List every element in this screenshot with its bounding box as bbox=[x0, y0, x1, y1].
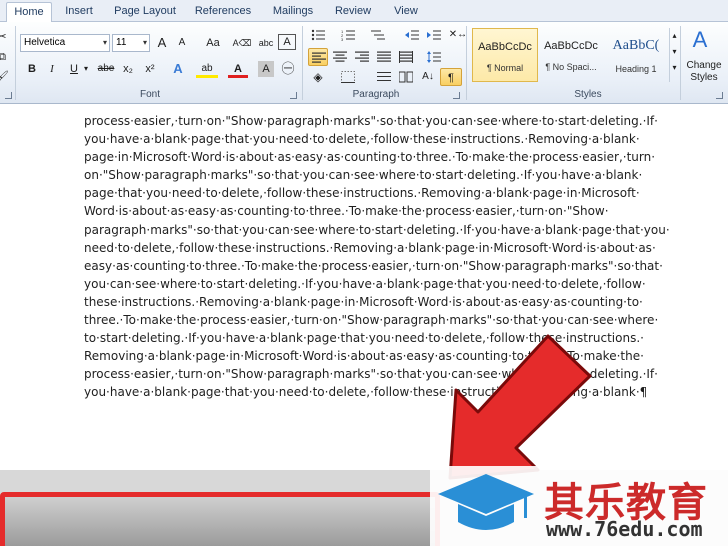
group-separator bbox=[15, 26, 16, 100]
font-group-label: Font bbox=[139, 89, 160, 100]
borders-icon[interactable] bbox=[338, 68, 358, 86]
tab-home[interactable]: Home bbox=[6, 2, 52, 23]
change-styles-icon[interactable]: A bbox=[686, 26, 714, 54]
document-line[interactable]: you·have·a·blank·page·that·you·need·to·d… bbox=[84, 130, 644, 148]
bullets-icon[interactable] bbox=[308, 26, 328, 44]
distributed-button[interactable] bbox=[396, 48, 416, 66]
watermark: 其乐教育 www.76edu.com bbox=[430, 466, 728, 546]
watermark-url: www.76edu.com bbox=[546, 517, 703, 541]
clear-formatting-icon[interactable]: A⌫ bbox=[232, 34, 252, 52]
asian-layout-icon[interactable] bbox=[396, 68, 416, 86]
style-heading-1[interactable]: AaBbC( Heading 1 bbox=[603, 28, 669, 82]
ribbon-tabs: Home Insert Page Layout References Maili… bbox=[0, 0, 728, 23]
document-line[interactable]: process·easier,·turn·on·"Show·paragraph·… bbox=[84, 112, 658, 130]
font-size-value: 11 bbox=[116, 37, 127, 48]
group-separator bbox=[466, 26, 467, 100]
style-normal[interactable]: AaBbCcDc ¶ Normal bbox=[472, 28, 538, 82]
document-line[interactable]: you·can·see·where·to·start·deleting.·If·… bbox=[84, 275, 646, 293]
italic-button[interactable]: I bbox=[42, 60, 62, 78]
font-name-combo[interactable]: Helvetica ▾ bbox=[20, 34, 110, 52]
document-line[interactable]: Word·is·about·as·easy·as·counting·to·thr… bbox=[84, 202, 644, 220]
shrink-font-button[interactable]: A bbox=[172, 34, 192, 52]
superscript-button[interactable]: x² bbox=[140, 60, 160, 78]
font-color-button[interactable]: A bbox=[228, 60, 248, 78]
font-name-value: Helvetica bbox=[24, 37, 66, 48]
align-center-button[interactable] bbox=[330, 48, 350, 66]
font-size-combo[interactable]: 11 ▾ bbox=[112, 34, 150, 52]
change-case-button[interactable]: Aa bbox=[200, 34, 226, 52]
document-line[interactable]: page·that·you·need·to·delete,·follow·the… bbox=[84, 184, 644, 202]
paint-bucket-icon[interactable]: ◈ bbox=[308, 68, 328, 86]
line-spacing-icon[interactable] bbox=[424, 48, 444, 66]
numbering-icon[interactable]: 123 bbox=[338, 26, 358, 44]
strikethrough-button[interactable]: abe bbox=[94, 60, 118, 78]
cut-icon[interactable]: ✂ bbox=[0, 28, 10, 46]
copy-icon[interactable]: ⧉ bbox=[0, 48, 10, 66]
document-line[interactable]: need·to·delete,·follow·these·instruction… bbox=[84, 239, 656, 257]
paragraph-group-label: Paragraph bbox=[352, 89, 400, 100]
bold-button[interactable]: B bbox=[22, 60, 42, 78]
document-line[interactable]: these·instructions.·Removing·a·blank·pag… bbox=[84, 293, 644, 311]
multilevel-list-icon[interactable] bbox=[368, 26, 388, 44]
decrease-indent-icon[interactable] bbox=[402, 26, 422, 44]
character-shading-button[interactable]: A bbox=[258, 61, 274, 77]
show-paragraph-marks-button[interactable]: ¶ bbox=[440, 68, 462, 86]
style-sample: AaBbCcDc bbox=[544, 40, 598, 52]
phonetic-guide-icon[interactable]: abc bbox=[256, 34, 276, 52]
format-painter-icon[interactable]: 🖌 bbox=[0, 68, 10, 86]
tab-mailings[interactable]: Mailings bbox=[266, 2, 320, 22]
tab-page-layout[interactable]: Page Layout bbox=[108, 2, 182, 22]
tab-view[interactable]: View bbox=[386, 2, 426, 22]
red-arrow-icon bbox=[448, 334, 592, 480]
paragraph-launcher-icon[interactable] bbox=[453, 92, 460, 99]
enclose-characters-icon[interactable]: ㊀ bbox=[278, 60, 298, 78]
styles-launcher-icon[interactable] bbox=[716, 92, 723, 99]
text-highlight-button[interactable]: ab bbox=[196, 60, 218, 78]
subscript-button[interactable]: x₂ bbox=[118, 60, 138, 78]
clipboard-launcher-icon[interactable] bbox=[5, 92, 12, 99]
text-direction-icon[interactable] bbox=[374, 68, 394, 86]
style-name: ¶ Normal bbox=[486, 63, 524, 73]
document-line[interactable]: three.·To·make·the·process·easier,·turn·… bbox=[84, 311, 658, 329]
highlight-frame bbox=[0, 492, 440, 546]
character-border-icon[interactable]: A bbox=[278, 34, 296, 50]
font-launcher-icon[interactable] bbox=[290, 92, 297, 99]
justify-button[interactable] bbox=[374, 48, 394, 66]
styles-scroll-icon[interactable]: ▴ ▾ ▾ bbox=[669, 28, 679, 82]
document-line[interactable]: easy·as·counting·to·three.·To·make·the·p… bbox=[84, 257, 663, 275]
styles-group-label: Styles bbox=[574, 89, 602, 100]
graduation-cap-icon bbox=[438, 474, 534, 530]
style-name: ¶ No Spaci... bbox=[545, 62, 597, 72]
svg-text:3: 3 bbox=[341, 37, 344, 41]
text-effects-button[interactable]: A bbox=[168, 60, 188, 78]
increase-indent-icon[interactable] bbox=[424, 26, 444, 44]
style-sample: AaBbCcDc bbox=[478, 41, 532, 53]
document-line[interactable]: page·in·Microsoft·Word·is·about·as·easy·… bbox=[84, 148, 655, 166]
document-line[interactable]: paragraph·marks"·so·that·you·can·see·whe… bbox=[84, 221, 670, 239]
style-no-spacing[interactable]: AaBbCcDc ¶ No Spaci... bbox=[538, 28, 604, 82]
align-right-button[interactable] bbox=[352, 48, 372, 66]
style-sample: AaBbC( bbox=[612, 38, 660, 53]
chevron-down-icon: ▾ bbox=[142, 38, 147, 47]
chevron-down-icon: ▾ bbox=[102, 38, 107, 47]
grow-font-button[interactable]: A bbox=[152, 34, 172, 52]
tab-review[interactable]: Review bbox=[330, 2, 376, 22]
style-name: Heading 1 bbox=[615, 64, 657, 74]
tab-insert[interactable]: Insert bbox=[58, 2, 100, 22]
chinese-layout-icon[interactable]: ✕↔ bbox=[448, 26, 468, 44]
tab-references[interactable]: References bbox=[190, 2, 256, 22]
group-separator bbox=[680, 26, 681, 100]
change-styles-button[interactable]: Change Styles bbox=[682, 60, 726, 84]
ribbon: ✂ ⧉ 🖌 Helvetica ▾ 11 ▾ A A Aa A⌫ abc A B I… bbox=[0, 22, 728, 104]
sort-icon[interactable]: A↓ bbox=[418, 68, 438, 86]
document-line[interactable]: on·"Show·paragraph·marks"·so·that·you·ca… bbox=[84, 166, 644, 184]
group-separator bbox=[302, 26, 303, 100]
align-left-button[interactable] bbox=[308, 48, 328, 66]
chevron-down-icon[interactable]: ▾ bbox=[80, 60, 92, 78]
